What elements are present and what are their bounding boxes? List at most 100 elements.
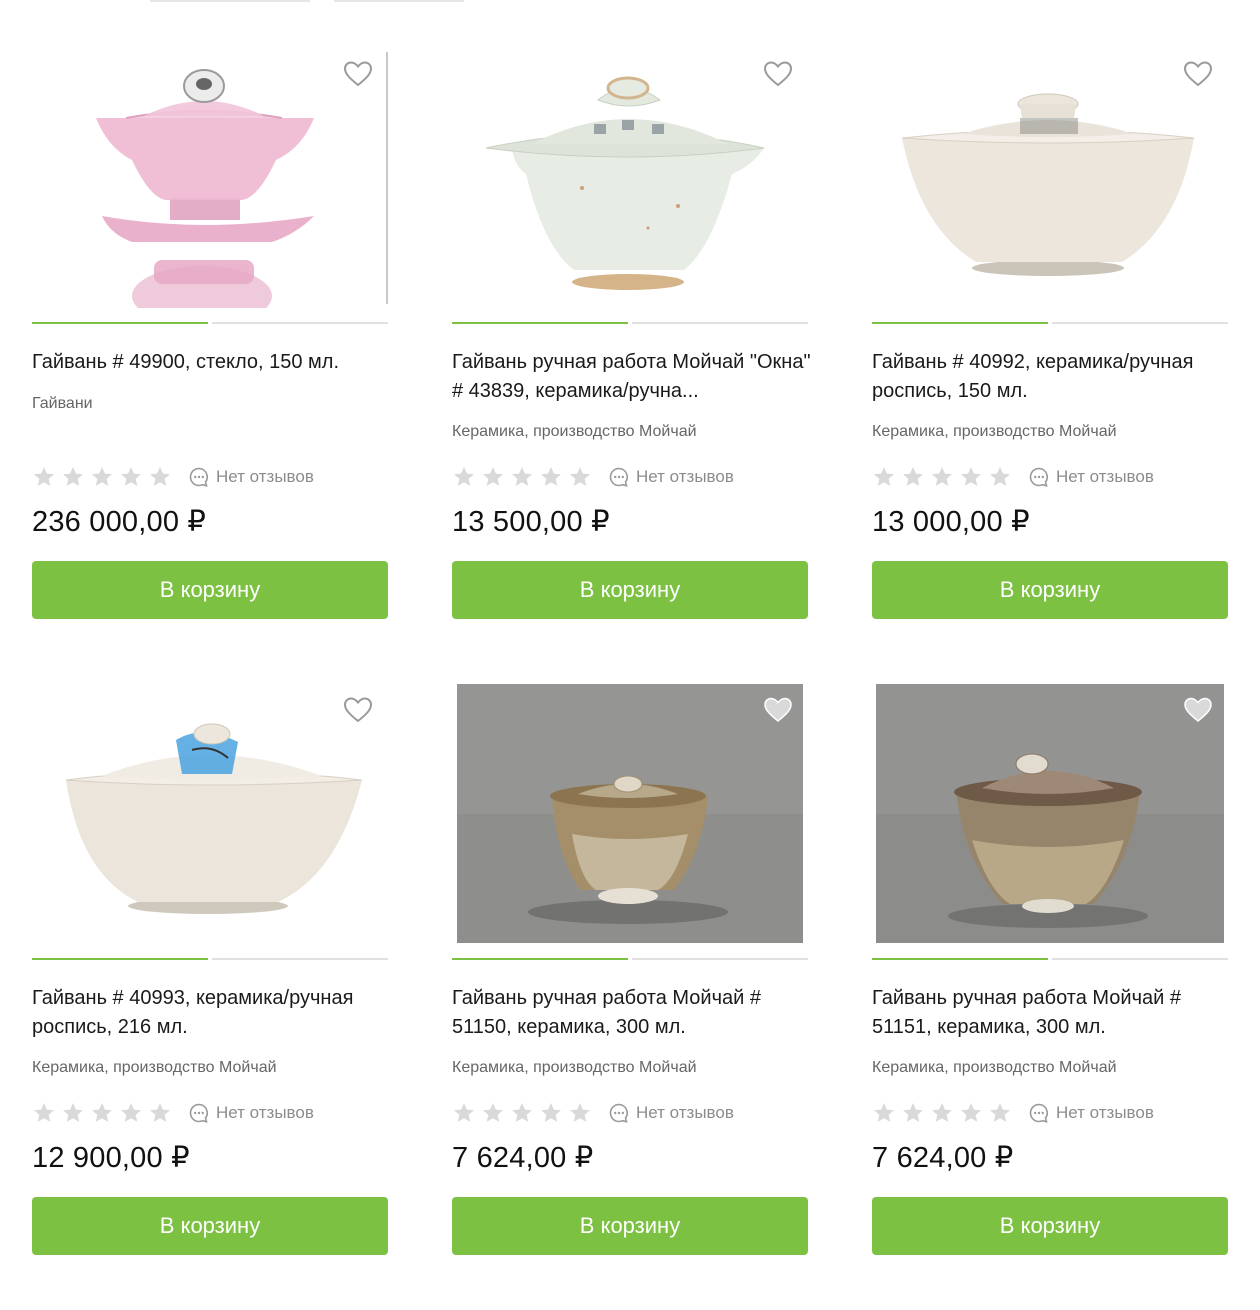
reviews-label: Нет отзывов (1056, 467, 1154, 486)
product-title-link[interactable]: Гайвань # 40992, керамика/ручная роспись… (872, 351, 1193, 402)
product-category[interactable]: Керамика, производство Мойчай (872, 1058, 1117, 1078)
rating-stars (32, 465, 172, 489)
product-title[interactable]: Гайвань # 40993, керамика/ручная роспись… (32, 984, 392, 1042)
reviews-label: Нет отзывов (1056, 1103, 1154, 1122)
heart-outline-icon[interactable] (1182, 58, 1214, 90)
star-icon (874, 467, 894, 486)
star-icon (34, 1103, 54, 1122)
reviews-label: Нет отзывов (216, 467, 314, 486)
product-image[interactable] (32, 48, 388, 308)
reviews-label: Нет отзывов (636, 467, 734, 486)
star-icon (903, 1103, 923, 1122)
star-icon (483, 1103, 503, 1122)
product-card[interactable]: Гайвань ручная работа Мойчай "Окна" # 43… (452, 48, 811, 628)
add-to-cart-button[interactable]: В корзину (452, 1197, 808, 1255)
star-icon (570, 1103, 590, 1122)
reviews-link[interactable]: Нет отзывов (608, 466, 734, 488)
reviews-link[interactable]: Нет отзывов (1028, 466, 1154, 488)
product-category[interactable]: Гайвани (32, 394, 93, 414)
heart-outline-icon[interactable] (762, 58, 794, 90)
reviews-link[interactable]: Нет отзывов (608, 1102, 734, 1124)
product-category[interactable]: Керамика, производство Мойчай (872, 422, 1117, 442)
product-image[interactable] (872, 684, 1228, 944)
star-icon (454, 467, 474, 486)
product-title[interactable]: Гайвань # 40992, керамика/ручная роспись… (872, 348, 1232, 406)
comment-icon (189, 467, 208, 487)
reviews-link[interactable]: Нет отзывов (188, 466, 314, 488)
product-title[interactable]: Гайвань ручная работа Мойчай # 51151, ке… (872, 984, 1232, 1042)
reviews-label: Нет отзывов (216, 1103, 314, 1122)
comment-icon (609, 1103, 628, 1123)
product-title-link[interactable]: Гайвань ручная работа Мойчай "Окна" # 43… (452, 351, 811, 402)
reviews-link[interactable]: Нет отзывов (1028, 1102, 1154, 1124)
star-icon (512, 467, 532, 486)
product-card[interactable]: Гайвань # 49900, стекло, 150 мл. Гайвани… (32, 48, 388, 628)
reviews-link[interactable]: Нет отзывов (188, 1102, 314, 1124)
product-image[interactable] (452, 48, 808, 308)
star-icon (150, 467, 170, 486)
image-slider-indicator (872, 322, 1228, 324)
star-icon (541, 467, 561, 486)
rating-row: Нет отзывов (872, 464, 1228, 490)
product-card[interactable]: Гайвань ручная работа Мойчай # 51150, ке… (452, 684, 808, 1264)
star-icon (483, 467, 503, 486)
product-title-link[interactable]: Гайвань ручная работа Мойчай # 51151, ке… (872, 987, 1181, 1038)
star-icon (512, 1103, 532, 1122)
star-icon (990, 1103, 1010, 1122)
image-slider-indicator (452, 958, 808, 960)
tab-underline (150, 0, 310, 2)
heart-outline-icon[interactable] (342, 694, 374, 726)
star-icon (92, 467, 112, 486)
product-title-link[interactable]: Гайвань # 49900, стекло, 150 мл. (32, 351, 339, 373)
star-icon (34, 467, 54, 486)
tab-underline (334, 0, 464, 2)
add-to-cart-button[interactable]: В корзину (872, 1197, 1228, 1255)
product-card[interactable]: Гайвань ручная работа Мойчай # 51151, ке… (872, 684, 1228, 1264)
product-title[interactable]: Гайвань ручная работа Мойчай "Окна" # 43… (452, 348, 812, 406)
heart-filled-icon[interactable] (1182, 694, 1214, 726)
rating-row: Нет отзывов (452, 464, 808, 490)
star-icon (990, 467, 1010, 486)
add-to-cart-button[interactable]: В корзину (872, 561, 1228, 619)
rating-row: Нет отзывов (872, 1100, 1228, 1126)
product-card[interactable]: Гайвань # 40993, керамика/ручная роспись… (32, 684, 388, 1264)
heart-filled-icon[interactable] (762, 694, 794, 726)
product-image[interactable] (872, 48, 1228, 308)
star-icon (150, 1103, 170, 1122)
add-to-cart-button[interactable]: В корзину (32, 561, 388, 619)
image-slider-indicator (452, 322, 808, 324)
star-icon (903, 467, 923, 486)
star-icon (63, 467, 83, 486)
product-price: 12 900,00 ₽ (32, 1142, 190, 1174)
rating-stars (452, 1101, 592, 1125)
image-slider-indicator (32, 958, 388, 960)
reviews-label: Нет отзывов (636, 1103, 734, 1122)
product-card[interactable]: Гайвань # 40992, керамика/ручная роспись… (872, 48, 1228, 628)
star-icon (961, 467, 981, 486)
heart-outline-icon[interactable] (342, 58, 374, 90)
comment-icon (1029, 467, 1048, 487)
rating-stars (32, 1101, 172, 1125)
product-image[interactable] (452, 684, 808, 944)
image-slider-indicator (32, 322, 388, 324)
product-price: 13 500,00 ₽ (452, 506, 610, 538)
product-image[interactable] (32, 684, 388, 944)
rating-row: Нет отзывов (32, 464, 388, 490)
product-category[interactable]: Керамика, производство Мойчай (452, 1058, 697, 1078)
top-tab-strip (0, 0, 1260, 6)
product-title-link[interactable]: Гайвань ручная работа Мойчай # 51150, ке… (452, 987, 761, 1038)
add-to-cart-button[interactable]: В корзину (452, 561, 808, 619)
star-icon (932, 467, 952, 486)
rating-row: Нет отзывов (452, 1100, 808, 1126)
add-to-cart-button[interactable]: В корзину (32, 1197, 388, 1255)
star-icon (961, 1103, 981, 1122)
product-title[interactable]: Гайвань # 49900, стекло, 150 мл. (32, 348, 392, 377)
product-category[interactable]: Керамика, производство Мойчай (452, 422, 697, 442)
star-icon (932, 1103, 952, 1122)
product-price: 13 000,00 ₽ (872, 506, 1030, 538)
star-icon (454, 1103, 474, 1122)
product-category[interactable]: Керамика, производство Мойчай (32, 1058, 277, 1078)
star-icon (570, 467, 590, 486)
product-title-link[interactable]: Гайвань # 40993, керамика/ручная роспись… (32, 987, 353, 1038)
product-title[interactable]: Гайвань ручная работа Мойчай # 51150, ке… (452, 984, 812, 1042)
